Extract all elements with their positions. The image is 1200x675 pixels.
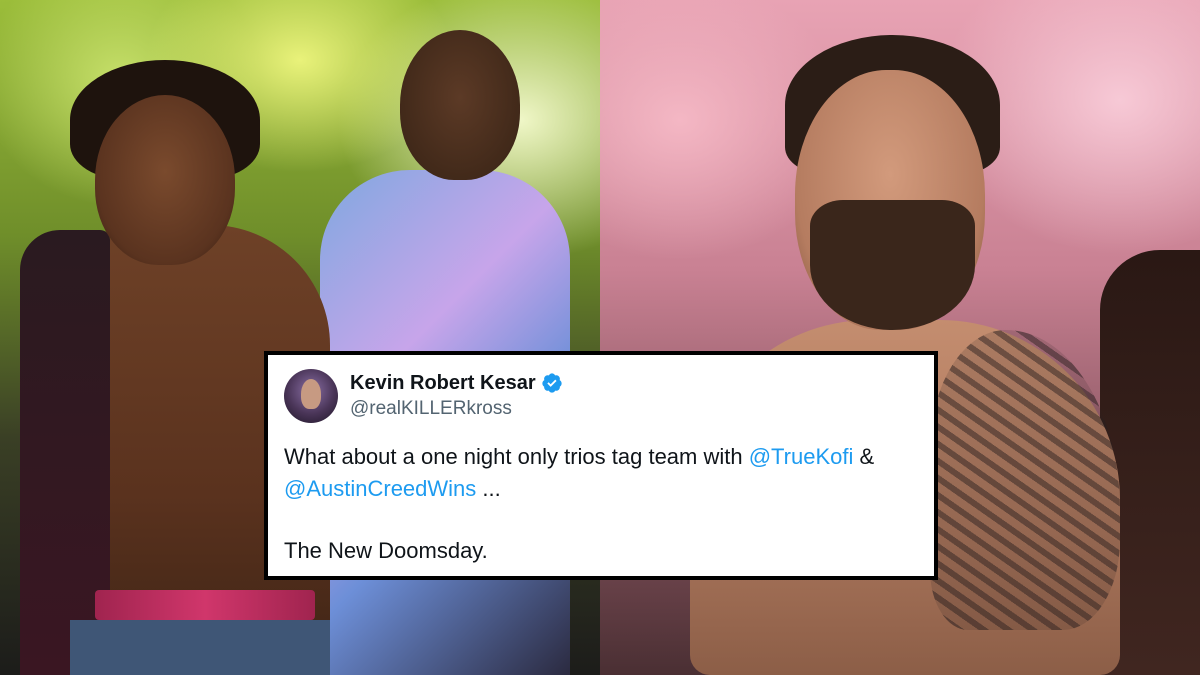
name-row: Kevin Robert Kesar: [350, 371, 563, 395]
tweet-text: What about a one night only trios tag te…: [284, 441, 916, 567]
mention-austincreedwins-link[interactable]: @AustinCreedWins: [284, 476, 476, 501]
handle[interactable]: @realKILLERkross: [350, 397, 563, 421]
tweet-text-part: ...: [476, 476, 501, 501]
author-names: Kevin Robert Kesar @realKILLERkross: [350, 371, 563, 421]
tweet-line-2: @AustinCreedWins ...: [284, 473, 916, 505]
display-name[interactable]: Kevin Robert Kesar: [350, 371, 536, 395]
tweet-text-part: &: [853, 444, 875, 469]
verified-badge-icon: [541, 373, 562, 393]
tweet-card: Kevin Robert Kesar @realKILLERkross What…: [264, 351, 938, 580]
tweet-line-1: What about a one night only trios tag te…: [284, 441, 916, 473]
left-wrestler-jeans: [70, 620, 330, 675]
background-wrestler-head: [400, 30, 520, 180]
tweet-header: Kevin Robert Kesar @realKILLERkross: [284, 367, 916, 425]
tweet-line-3: The New Doomsday.: [284, 538, 488, 563]
right-wrestler-beard: [810, 200, 975, 330]
left-wrestler-belt: [95, 590, 315, 620]
profile-avatar[interactable]: [284, 369, 338, 423]
mention-truekofi-link[interactable]: @TrueKofi: [749, 444, 854, 469]
tweet-text-part: What about a one night only trios tag te…: [284, 444, 749, 469]
left-wrestler-head: [95, 95, 235, 265]
